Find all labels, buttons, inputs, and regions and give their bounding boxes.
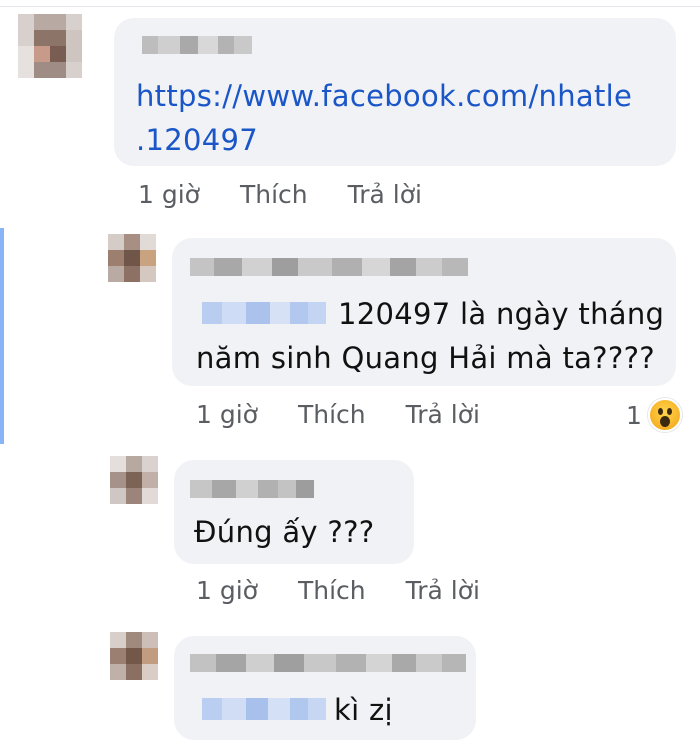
avatar[interactable] [108,234,156,282]
comment-time[interactable]: 1 giờ [196,400,258,429]
author-name-blurred[interactable] [190,654,466,672]
thread-highlight-bar [0,228,4,444]
comment-text: 120497 là ngày tháng [338,297,665,331]
avatar[interactable] [18,14,82,78]
reaction-summary[interactable]: 1 [626,398,682,432]
comment-bubble: Đúng ấy ??? [174,460,414,564]
author-name-blurred[interactable] [190,258,468,276]
like-button[interactable]: Thích [298,400,366,429]
top-divider [0,6,700,7]
author-name-blurred[interactable] [190,480,314,498]
like-button[interactable]: Thích [298,576,366,605]
tagged-user-blurred[interactable] [202,698,326,720]
comment-time[interactable]: 1 giờ [196,576,258,605]
comment-text: năm sinh Quang Hải mà ta???? [196,341,655,375]
comment-link[interactable]: https://www.facebook.com/nhatle .120497 [136,74,632,162]
author-name-blurred[interactable] [142,36,252,54]
avatar[interactable] [110,632,158,680]
wow-reaction-icon [647,398,682,432]
reply-button[interactable]: Trả lời [406,576,480,605]
avatar[interactable] [110,456,158,504]
comment-actions: 1 giờ Thích Trả lời [138,180,422,209]
like-button[interactable]: Thích [240,180,308,209]
comment-bubble: kì zị [174,636,476,740]
comment-bubble: 120497 là ngày tháng năm sinh Quang Hải … [172,238,676,386]
comment-time[interactable]: 1 giờ [138,180,200,209]
reaction-count: 1 [626,400,642,430]
comment-text: Đúng ấy ??? [194,515,375,549]
comment-actions: 1 giờ Thích Trả lời [196,400,480,429]
reply-button[interactable]: Trả lời [348,180,422,209]
comment-bubble: https://www.facebook.com/nhatle .120497 [114,18,676,166]
comment-actions: 1 giờ Thích Trả lời [196,576,480,605]
reply-button[interactable]: Trả lời [406,400,480,429]
comment-text: kì zị [334,693,393,727]
tagged-user-blurred[interactable] [202,302,326,324]
